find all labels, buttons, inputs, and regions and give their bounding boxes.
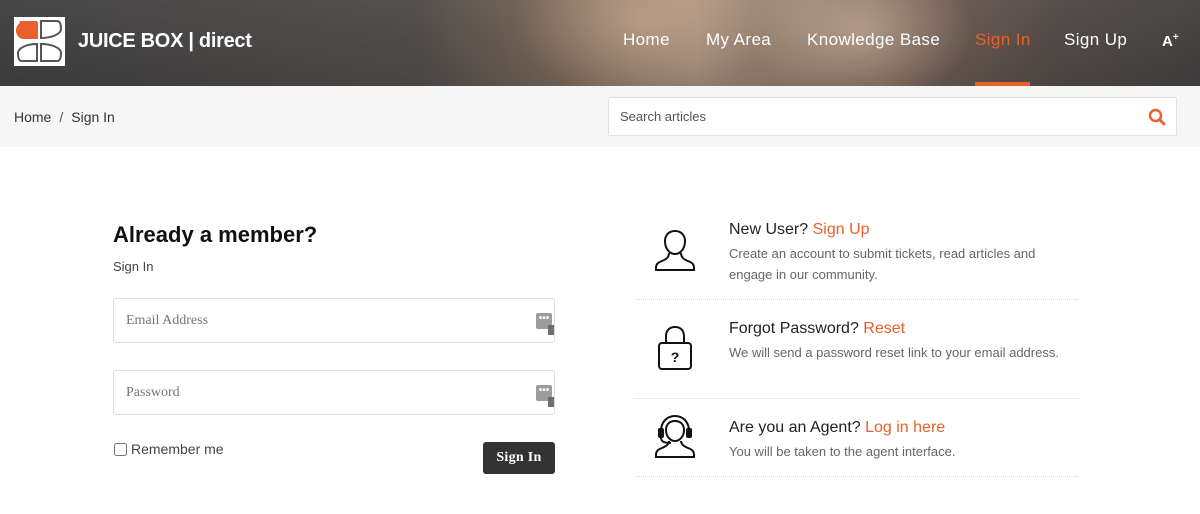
sign-in-button[interactable]: Sign In [483, 442, 555, 474]
search-icon[interactable] [1148, 108, 1166, 126]
agent-question: Are you an Agent? [729, 419, 861, 436]
new-user-title: New User? Sign Up [729, 221, 870, 239]
agent-title: Are you an Agent? Log in here [729, 419, 945, 437]
breadcrumb-bar: Home / Sign In [0, 86, 1200, 147]
agent-login-link[interactable]: Log in here [865, 419, 945, 436]
password-manager-icon[interactable]: ••• [536, 385, 554, 407]
remember-me-checkbox[interactable] [114, 442, 127, 456]
forgot-password-block: ? Forgot Password? Reset We will send a … [635, 300, 1078, 399]
top-header: JUICE BOX | direct Home My Area Knowledg… [0, 0, 1200, 86]
password-manager-icon[interactable]: ••• [536, 313, 554, 335]
sign-up-link[interactable]: Sign Up [813, 221, 870, 238]
agent-block: Are you an Agent? Log in here You will b… [635, 399, 1078, 477]
email-field-wrapper: ••• [113, 298, 555, 343]
remember-me-label: Remember me [131, 441, 224, 457]
lock-question-icon: ? [658, 325, 692, 370]
svg-text:?: ? [671, 349, 680, 365]
login-subtitle: Sign In [113, 259, 154, 274]
forgot-password-title: Forgot Password? Reset [729, 320, 905, 338]
user-icon [655, 229, 695, 271]
search-box [608, 97, 1177, 136]
reset-link[interactable]: Reset [863, 320, 905, 337]
breadcrumb-home[interactable]: Home [14, 109, 51, 125]
font-size-toggle-plus: + [1172, 32, 1179, 43]
new-user-block: New User? Sign Up Create an account to s… [635, 214, 1078, 300]
font-size-toggle[interactable]: A+ [1162, 32, 1179, 50]
breadcrumb-current: Sign In [71, 109, 115, 125]
password-field-wrapper: ••• [113, 370, 555, 415]
search-input[interactable] [609, 98, 1139, 135]
new-user-question: New User? [729, 221, 809, 238]
nav-sign-up[interactable]: Sign Up [1064, 30, 1127, 50]
agent-description: You will be taken to the agent interface… [729, 444, 956, 459]
login-title: Already a member? [113, 222, 318, 247]
new-user-description: Create an account to submit tickets, rea… [729, 246, 1036, 282]
clover-logo-icon [15, 20, 63, 62]
email-field[interactable] [114, 299, 524, 342]
password-field[interactable] [114, 371, 524, 414]
nav-knowledge-base[interactable]: Knowledge Base [807, 30, 940, 50]
breadcrumb: Home / Sign In [14, 109, 115, 125]
breadcrumb-separator: / [59, 109, 64, 125]
nav-home[interactable]: Home [623, 30, 670, 50]
nav-my-area[interactable]: My Area [706, 30, 771, 50]
font-size-toggle-letter: A [1162, 33, 1173, 50]
forgot-password-question: Forgot Password? [729, 320, 859, 337]
forgot-password-description: We will send a password reset link to yo… [729, 345, 1059, 360]
remember-me[interactable]: Remember me [114, 441, 224, 457]
headset-agent-icon [655, 414, 695, 458]
brand-name[interactable]: JUICE BOX | direct [78, 30, 252, 53]
brand-logo[interactable] [14, 17, 65, 66]
nav-sign-in[interactable]: Sign In [975, 30, 1031, 50]
